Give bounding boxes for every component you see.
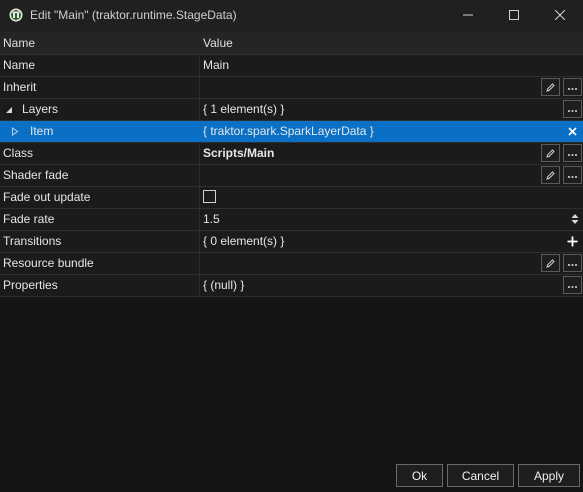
name-column-header[interactable]: Name <box>3 32 35 54</box>
property-value[interactable]: { 0 element(s) } <box>203 231 284 252</box>
edit-inherit-button[interactable] <box>541 78 560 96</box>
property-row-resource-bundle[interactable]: Resource bundle <box>0 253 583 275</box>
pencil-icon <box>546 82 555 92</box>
ellipsis-icon <box>568 285 577 288</box>
property-row-class[interactable]: Class Scripts/Main <box>0 143 583 165</box>
property-label: Fade rate <box>3 212 55 226</box>
browse-resource-bundle-button[interactable] <box>563 254 582 272</box>
property-label: Properties <box>3 278 58 292</box>
property-grid: Name Value Name Main Inherit Layers {1 … <box>0 32 583 464</box>
grid-header: Name Value <box>0 32 583 55</box>
property-row-shader-fade[interactable]: Shader fade <box>0 165 583 187</box>
pencil-icon <box>546 170 555 180</box>
cancel-button[interactable]: Cancel <box>447 464 514 487</box>
close-icon <box>568 126 577 136</box>
property-row-transitions[interactable]: Transitions { 0 element(s) } <box>0 231 583 253</box>
edit-resource-bundle-button[interactable] <box>541 254 560 272</box>
property-value[interactable]: { 1 element(s) } <box>203 99 284 120</box>
property-row-properties[interactable]: Properties { (null) } <box>0 275 583 297</box>
add-transition-button[interactable] <box>563 232 582 250</box>
ok-button[interactable]: Ok <box>396 464 443 487</box>
fade-rate-spinner[interactable] <box>565 210 583 228</box>
expand-arrow-icon[interactable] <box>11 121 19 142</box>
value-column-header[interactable]: Value <box>203 32 233 54</box>
property-label: Class <box>3 146 34 160</box>
property-value[interactable]: 1.5 <box>203 209 220 230</box>
edit-shader-fade-button[interactable] <box>541 166 560 184</box>
property-label: Item <box>30 124 54 138</box>
traktor-logo-icon <box>9 8 23 22</box>
dialog-button-bar: Ok Cancel Apply <box>0 464 583 492</box>
pencil-icon <box>546 148 555 158</box>
browse-properties-button[interactable] <box>563 276 582 294</box>
property-value[interactable]: Main <box>203 55 229 76</box>
collapse-arrow-icon[interactable] <box>5 99 13 120</box>
property-label: Name <box>3 58 36 72</box>
ellipsis-icon <box>568 109 577 112</box>
ellipsis-icon <box>568 87 577 90</box>
remove-item-button[interactable] <box>563 122 582 140</box>
property-value[interactable]: { (null) } <box>203 275 244 296</box>
property-row-item[interactable]: Item { traktor.spark.SparkLayerData } <box>0 121 583 143</box>
fade-out-update-checkbox[interactable] <box>203 190 216 203</box>
pencil-icon <box>546 258 555 268</box>
browse-layers-button[interactable] <box>563 100 582 118</box>
maximize-icon <box>509 10 519 20</box>
property-row-inherit[interactable]: Inherit <box>0 77 583 99</box>
property-row-fade-out-update[interactable]: Fade out update <box>0 187 583 209</box>
window-title: Edit "Main" (traktor.runtime.StageData) <box>30 8 237 22</box>
up-down-arrows-icon <box>571 214 578 224</box>
browse-class-button[interactable] <box>563 144 582 162</box>
property-value[interactable]: { traktor.spark.SparkLayerData } <box>203 121 374 142</box>
edit-class-button[interactable] <box>541 144 560 162</box>
property-row-layers[interactable]: Layers { 1 element(s) } <box>0 99 583 121</box>
dialog-window: Edit "Main" (traktor.runtime.StageData) … <box>0 0 583 492</box>
property-label: Inherit <box>3 80 37 94</box>
ellipsis-icon <box>568 263 577 266</box>
minimize-button[interactable] <box>445 0 491 30</box>
property-row-name[interactable]: Name Main <box>0 55 583 77</box>
property-label: Shader fade <box>3 168 69 182</box>
close-icon <box>555 10 565 20</box>
plus-icon <box>567 236 578 246</box>
apply-button[interactable]: Apply <box>518 464 580 487</box>
property-row-fade-rate[interactable]: Fade rate 1.5 <box>0 209 583 231</box>
ellipsis-icon <box>568 153 577 156</box>
maximize-button[interactable] <box>491 0 537 30</box>
browse-inherit-button[interactable] <box>563 78 582 96</box>
property-label: Transitions <box>3 234 62 248</box>
title-bar[interactable]: Edit "Main" (traktor.runtime.StageData) <box>0 0 583 32</box>
close-window-button[interactable] <box>537 0 583 30</box>
ellipsis-icon <box>568 175 577 178</box>
property-label: Resource bundle <box>3 256 94 270</box>
minimize-icon <box>463 14 473 16</box>
browse-shader-fade-button[interactable] <box>563 166 582 184</box>
property-label: Layers <box>22 102 59 116</box>
property-label: Fade out update <box>3 190 91 204</box>
property-value[interactable]: Scripts/Main <box>203 143 274 164</box>
